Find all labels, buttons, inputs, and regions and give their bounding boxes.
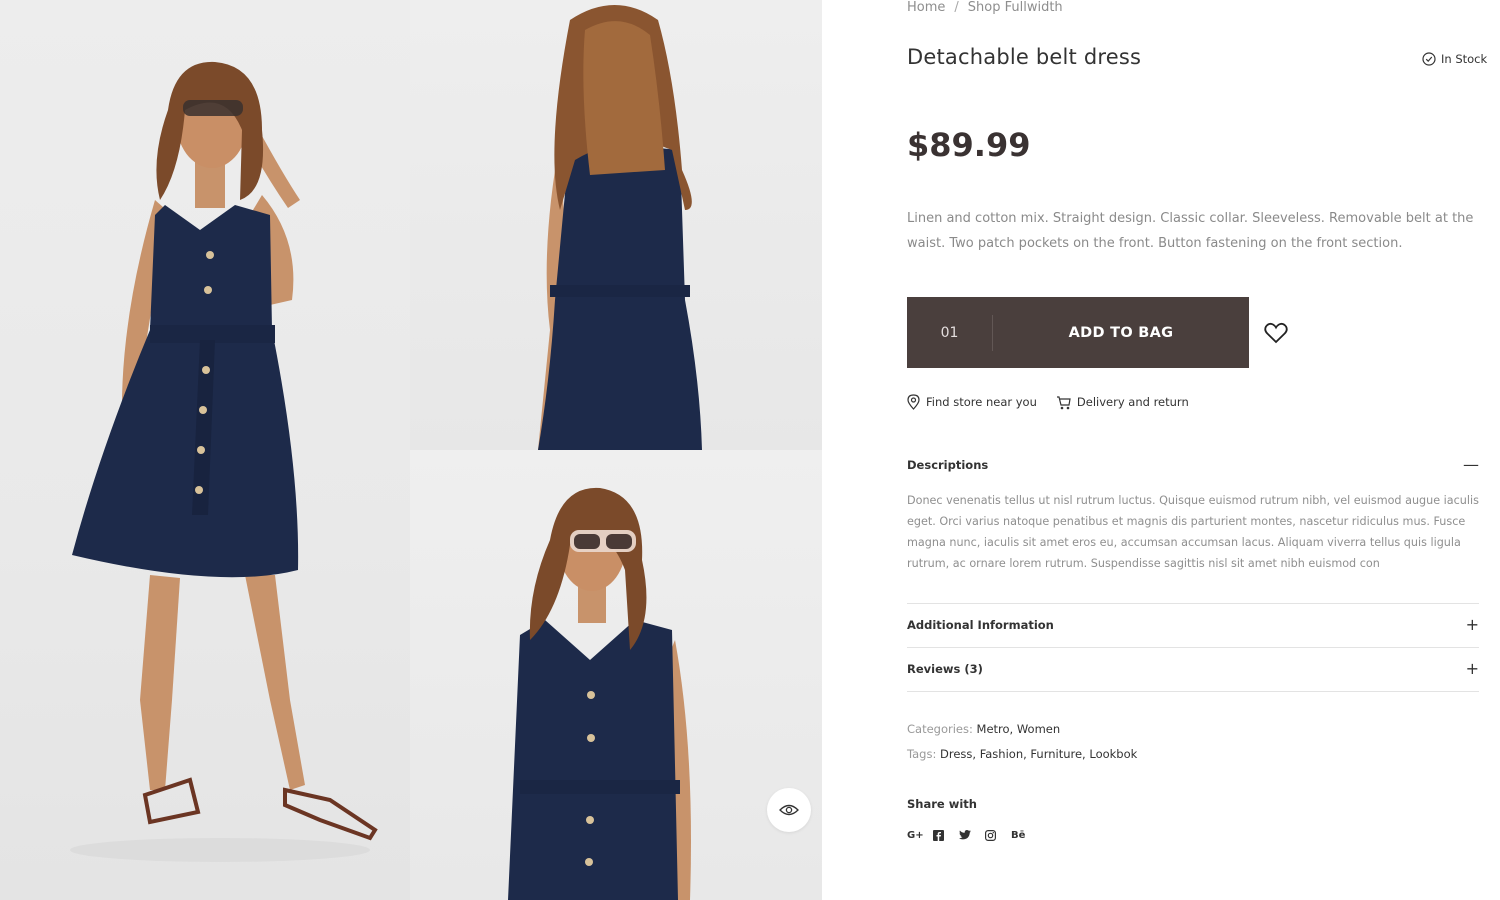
product-image-closeup[interactable] (410, 450, 822, 900)
find-store-label: Find store near you (926, 395, 1037, 409)
product-categories: Categories: Metro, Women (907, 722, 1060, 736)
accordion-descriptions-body: Donec venenatis tellus ut nisl rutrum lu… (907, 494, 1479, 570)
instagram-icon[interactable] (985, 828, 1011, 842)
expand-icon[interactable]: + (1466, 661, 1479, 677)
product-short-description: Linen and cotton mix. Straight design. C… (907, 211, 1474, 251)
accordion-reviews-header[interactable]: Reviews (3) + (907, 661, 1479, 677)
cart-icon (1056, 395, 1071, 409)
model-illustration-closeup (508, 487, 691, 900)
product-gallery (0, 0, 822, 900)
accordion-additional-title: Additional Information (907, 618, 1054, 632)
accordion-descriptions-header[interactable]: Descriptions — (907, 457, 1479, 473)
breadcrumb-separator: / (954, 0, 959, 15)
product-image-main[interactable] (0, 0, 410, 900)
delivery-return-link[interactable]: Delivery and return (1056, 394, 1189, 410)
accordion-divider (907, 647, 1479, 648)
check-circle-icon (1422, 52, 1436, 66)
accordion-additional-header[interactable]: Additional Information + (907, 617, 1479, 633)
accordion-descriptions-title: Descriptions (907, 458, 989, 472)
product-price: $89.99 (907, 126, 1031, 164)
collapse-icon[interactable]: — (1463, 457, 1479, 473)
tags-value[interactable]: Dress, Fashion, Furniture, Lookbok (940, 747, 1137, 761)
categories-label: Categories: (907, 722, 973, 736)
model-illustration-front (70, 61, 378, 862)
accordion-divider (907, 603, 1479, 604)
store-delivery-links: Find store near you Delivery and return (907, 394, 1208, 410)
expand-icon[interactable]: + (1466, 617, 1479, 633)
quick-view-button[interactable] (767, 788, 811, 832)
google-plus-icon[interactable]: G+ (907, 828, 933, 842)
eye-icon (779, 804, 799, 816)
accordion-reviews-title: Reviews (3) (907, 662, 983, 676)
share-links: G+ Bē (907, 828, 1037, 842)
add-to-bag-form: 01 ADD TO BAG (907, 297, 1249, 368)
find-store-link[interactable]: Find store near you (907, 394, 1037, 410)
product-title: Detachable belt dress (907, 45, 1142, 69)
wishlist-button[interactable] (1263, 320, 1289, 346)
twitter-icon[interactable] (959, 828, 985, 842)
model-illustration-back (538, 5, 702, 450)
heart-icon (1264, 322, 1288, 344)
breadcrumb-current[interactable]: Shop Fullwidth (968, 0, 1063, 15)
breadcrumb: Home / Shop Fullwidth (907, 0, 1063, 15)
add-to-bag-button[interactable]: ADD TO BAG (993, 297, 1249, 368)
map-pin-icon (907, 394, 920, 410)
product-tags: Tags: Dress, Fashion, Furniture, Lookbok (907, 747, 1137, 761)
facebook-icon[interactable] (933, 828, 959, 842)
stock-status: In Stock (1422, 52, 1487, 66)
tags-label: Tags: (907, 747, 937, 761)
product-info-panel: Home / Shop Fullwidth Detachable belt dres… (907, 0, 1500, 900)
quantity-input[interactable]: 01 (907, 314, 993, 351)
categories-value[interactable]: Metro, Women (977, 722, 1061, 736)
delivery-return-label: Delivery and return (1076, 395, 1189, 409)
behance-icon[interactable]: Bē (1011, 828, 1037, 842)
breadcrumb-home[interactable]: Home (907, 0, 945, 15)
share-title: Share with (907, 797, 977, 811)
accordion-divider (907, 691, 1479, 692)
product-image-back[interactable] (410, 0, 822, 450)
stock-status-label: In Stock (1441, 52, 1488, 66)
